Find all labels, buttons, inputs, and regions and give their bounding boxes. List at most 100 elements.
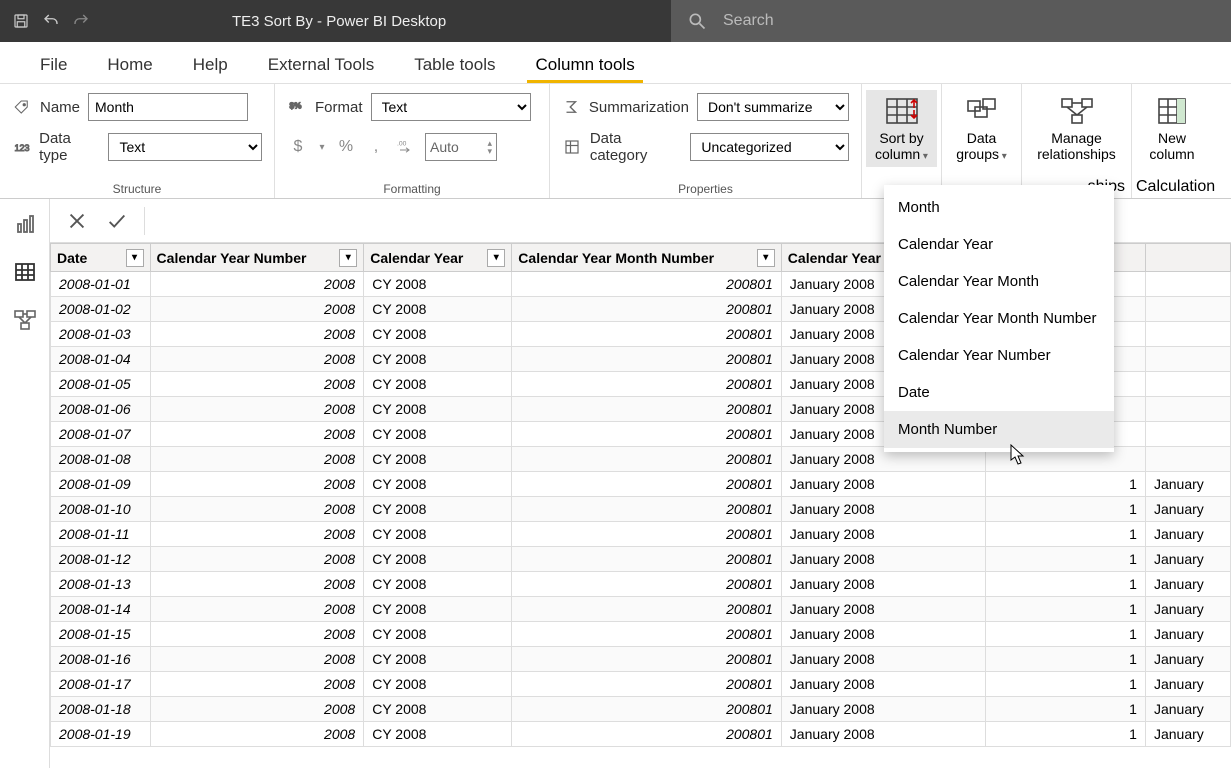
group-properties: Summarization Don't summarize Data categ… — [550, 84, 862, 198]
datatype-label: Data type — [39, 130, 100, 164]
tab-table-tools[interactable]: Table tools — [394, 45, 515, 83]
cell-cyn: 2008 — [150, 647, 364, 672]
decimals-button[interactable]: .00 — [395, 136, 417, 158]
cell-cymn: 200801 — [512, 497, 782, 522]
tab-column-tools[interactable]: Column tools — [515, 45, 654, 83]
group-structure: Name 123 Data type Text Structure — [0, 84, 275, 198]
currency-button[interactable]: $ — [287, 136, 309, 158]
col-header-cy[interactable]: Calendar Year▾ — [364, 244, 512, 272]
manage-relationships-icon — [1058, 94, 1096, 128]
cell-mn: 1 — [985, 647, 1145, 672]
cell-cym: January 2008 — [781, 572, 985, 597]
mouse-cursor — [1010, 444, 1026, 466]
cell-date: 2008-01-01 — [51, 272, 151, 297]
datacategory-select[interactable]: Uncategorized — [690, 133, 849, 161]
svg-text:123: 123 — [14, 143, 29, 153]
filter-dropdown-icon[interactable]: ▾ — [126, 249, 144, 267]
sort-by-column-button[interactable]: Sort by column ▾ — [866, 90, 937, 167]
data-groups-icon — [963, 94, 1001, 128]
summarization-select[interactable]: Don't summarize — [697, 93, 849, 121]
cell-month: January — [1145, 622, 1230, 647]
table-row[interactable]: 2008-01-192008CY 2008200801January 20081… — [51, 722, 1231, 747]
col-header-cyn[interactable]: Calendar Year Number▾ — [150, 244, 364, 272]
datatype-select[interactable]: Text — [108, 133, 262, 161]
data-view-icon[interactable] — [12, 259, 38, 285]
col-header-cymn[interactable]: Calendar Year Month Number▾ — [512, 244, 782, 272]
search-box[interactable]: Search — [671, 0, 1231, 42]
tab-file[interactable]: File — [20, 45, 87, 83]
sort-menu-item-date[interactable]: Date — [884, 374, 1114, 411]
col-header-date[interactable]: Date▾ — [51, 244, 151, 272]
cell-date: 2008-01-07 — [51, 422, 151, 447]
format-select[interactable]: Text — [371, 93, 531, 121]
cell-date: 2008-01-11 — [51, 522, 151, 547]
cell-cyn: 2008 — [150, 347, 364, 372]
table-row[interactable]: 2008-01-092008CY 2008200801January 20081… — [51, 472, 1231, 497]
cell-month: January — [1145, 547, 1230, 572]
filter-dropdown-icon[interactable]: ▾ — [757, 249, 775, 267]
filter-dropdown-icon[interactable]: ▾ — [339, 249, 357, 267]
model-view-icon[interactable] — [12, 307, 38, 333]
commit-formula-icon[interactable] — [104, 208, 130, 234]
cell-cymn: 200801 — [512, 622, 782, 647]
cell-date: 2008-01-17 — [51, 672, 151, 697]
sort-menu-item-calendar-year-month-number[interactable]: Calendar Year Month Number — [884, 300, 1114, 337]
cell-cym: January 2008 — [781, 547, 985, 572]
undo-icon[interactable] — [42, 12, 60, 30]
cell-month: January — [1145, 697, 1230, 722]
tab-home[interactable]: Home — [87, 45, 172, 83]
percent-button[interactable]: % — [335, 136, 357, 158]
cell-mn: 1 — [985, 572, 1145, 597]
filter-dropdown-icon[interactable]: ▾ — [487, 249, 505, 267]
table-row[interactable]: 2008-01-182008CY 2008200801January 20081… — [51, 697, 1231, 722]
cell-cymn: 200801 — [512, 547, 782, 572]
cell-cymn: 200801 — [512, 697, 782, 722]
redo-icon[interactable] — [72, 12, 90, 30]
cell-cymn: 200801 — [512, 572, 782, 597]
table-row[interactable]: 2008-01-162008CY 2008200801January 20081… — [51, 647, 1231, 672]
cell-cymn: 200801 — [512, 297, 782, 322]
cell-month: January — [1145, 572, 1230, 597]
cell-cymn: 200801 — [512, 722, 782, 747]
cell-cy: CY 2008 — [364, 372, 512, 397]
svg-text:.00: .00 — [397, 141, 407, 148]
name-input[interactable] — [88, 93, 248, 121]
col-header-month[interactable] — [1145, 244, 1230, 272]
data-groups-button[interactable]: Data groups ▾ — [946, 90, 1017, 167]
manage-relationships-button[interactable]: Manage relationships — [1026, 90, 1127, 166]
table-row[interactable]: 2008-01-112008CY 2008200801January 20081… — [51, 522, 1231, 547]
currency-chevron-icon[interactable]: ▾ — [317, 136, 327, 158]
cell-month — [1145, 322, 1230, 347]
decimal-places-input[interactable]: Auto ▴▾ — [425, 133, 497, 161]
table-row[interactable]: 2008-01-172008CY 2008200801January 20081… — [51, 672, 1231, 697]
table-row[interactable]: 2008-01-132008CY 2008200801January 20081… — [51, 572, 1231, 597]
summarization-label: Summarization — [589, 99, 689, 116]
cell-cym: January 2008 — [781, 472, 985, 497]
sort-menu-item-month-number[interactable]: Month Number — [884, 411, 1114, 448]
datacategory-label: Data category — [590, 130, 683, 164]
tab-help[interactable]: Help — [173, 45, 248, 83]
cancel-formula-icon[interactable] — [64, 208, 90, 234]
table-row[interactable]: 2008-01-152008CY 2008200801January 20081… — [51, 622, 1231, 647]
cell-cyn: 2008 — [150, 297, 364, 322]
report-view-icon[interactable] — [12, 211, 38, 237]
sort-menu-item-month[interactable]: Month — [884, 189, 1114, 226]
cell-cym: January 2008 — [781, 622, 985, 647]
table-row[interactable]: 2008-01-122008CY 2008200801January 20081… — [51, 547, 1231, 572]
comma-button[interactable]: , — [365, 136, 387, 158]
sort-menu-item-calendar-year-number[interactable]: Calendar Year Number — [884, 337, 1114, 374]
table-row[interactable]: 2008-01-102008CY 2008200801January 20081… — [51, 497, 1231, 522]
cell-month — [1145, 422, 1230, 447]
cell-cymn: 200801 — [512, 522, 782, 547]
new-column-button[interactable]: New column — [1136, 90, 1208, 166]
sort-menu-item-calendar-year-month[interactable]: Calendar Year Month — [884, 263, 1114, 300]
cell-month — [1145, 447, 1230, 472]
tab-external-tools[interactable]: External Tools — [248, 45, 394, 83]
cell-cy: CY 2008 — [364, 697, 512, 722]
cell-cyn: 2008 — [150, 672, 364, 697]
cell-cy: CY 2008 — [364, 572, 512, 597]
table-row[interactable]: 2008-01-142008CY 2008200801January 20081… — [51, 597, 1231, 622]
sort-menu-item-calendar-year[interactable]: Calendar Year — [884, 226, 1114, 263]
save-icon[interactable] — [12, 12, 30, 30]
cell-mn: 1 — [985, 547, 1145, 572]
